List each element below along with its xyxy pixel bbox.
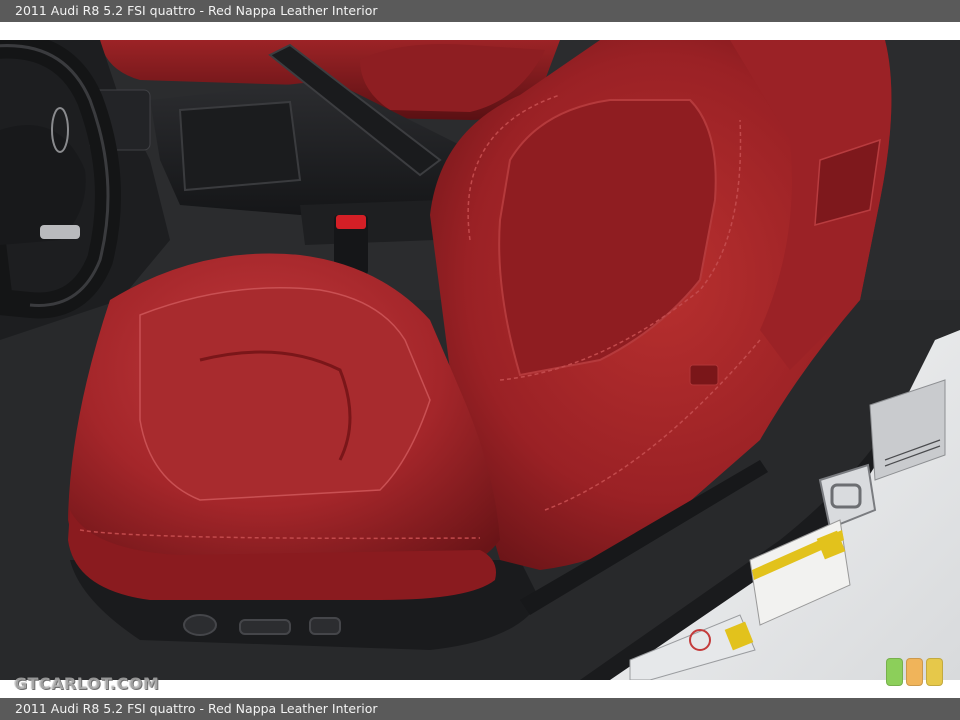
rating-widget[interactable] xyxy=(886,658,946,688)
photo-caption-bottom: 2011 Audi R8 5.2 FSI quattro - Red Nappa… xyxy=(0,698,960,720)
rating-pip-fair[interactable] xyxy=(926,658,943,686)
rating-pip-good[interactable] xyxy=(886,658,903,686)
rating-pip-ok[interactable] xyxy=(906,658,923,686)
photo-caption-top: 2011 Audi R8 5.2 FSI quattro - Red Nappa… xyxy=(0,0,960,22)
interior-photo xyxy=(0,40,960,680)
watermark-logo: GTCARLOT.COM xyxy=(14,674,160,693)
photo-page: 2011 Audi R8 5.2 FSI quattro - Red Nappa… xyxy=(0,0,960,720)
